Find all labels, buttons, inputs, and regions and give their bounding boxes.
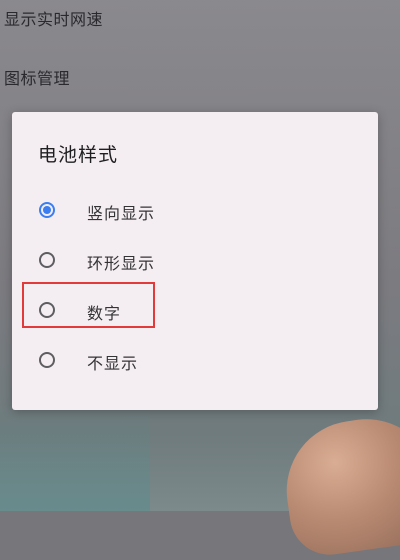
setting-icon-management[interactable]: 图标管理	[4, 65, 70, 89]
option-ring[interactable]: 环形显示	[12, 242, 378, 282]
option-label: 竖向显示	[87, 204, 156, 223]
background-teal-tint	[0, 400, 150, 511]
option-label: 环形显示	[87, 254, 156, 273]
option-vertical[interactable]: 竖向显示	[12, 192, 378, 232]
option-label: 不显示	[87, 354, 139, 373]
battery-style-dialog: 电池样式 竖向显示 环形显示 数字 不显示	[12, 112, 378, 410]
highlight-annotation-box	[22, 282, 155, 328]
radio-checked-icon[interactable]	[39, 202, 55, 218]
option-hidden[interactable]: 不显示	[12, 342, 378, 382]
radio-unchecked-icon[interactable]	[39, 252, 55, 268]
setting-show-realtime-speed[interactable]: 显示实时网速	[4, 6, 103, 30]
dialog-title: 电池样式	[38, 144, 119, 166]
radio-unchecked-icon[interactable]	[39, 352, 55, 368]
